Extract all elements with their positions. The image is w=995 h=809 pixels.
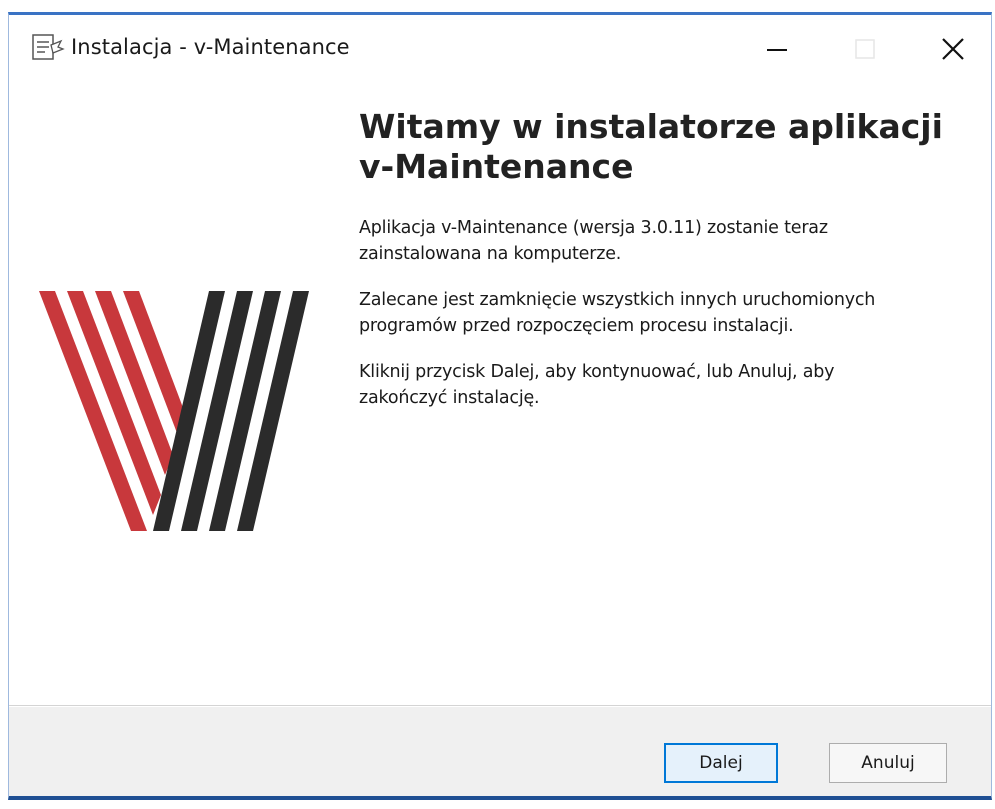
v-maintenance-logo (39, 291, 309, 531)
heading-line-1: Witamy w instalatorze aplikacji (359, 107, 943, 146)
installer-icon (31, 33, 65, 61)
next-button[interactable]: Dalej (664, 743, 778, 783)
instructions-text: Kliknij przycisk Dalej, aby kontynuować,… (359, 362, 835, 408)
maximize-icon (855, 39, 875, 59)
close-icon (942, 38, 964, 60)
maximize-button[interactable] (835, 23, 895, 75)
welcome-heading: Witamy w instalatorze aplikacji v-Mainte… (359, 107, 959, 187)
window-title: Instalacja - v-Maintenance (71, 35, 350, 59)
close-button[interactable] (923, 23, 983, 75)
cancel-button[interactable]: Anuluj (829, 743, 947, 783)
installer-window: Instalacja - v-Maintenance Witamy w inst… (8, 12, 992, 800)
heading-line-2: v-Maintenance (359, 147, 634, 186)
button-bar: Dalej Anuluj (9, 707, 991, 796)
logo-panel (9, 81, 347, 703)
minimize-button[interactable] (747, 23, 807, 75)
title-bar[interactable]: Instalacja - v-Maintenance (9, 15, 991, 81)
minimize-icon (767, 49, 787, 51)
version-info-text: Aplikacja v-Maintenance (wersja 3.0.11) … (359, 218, 828, 264)
close-programs-text: Zalecane jest zamknięcie wszystkich inny… (359, 290, 876, 336)
welcome-content: Witamy w instalatorze aplikacji v-Mainte… (359, 107, 959, 431)
